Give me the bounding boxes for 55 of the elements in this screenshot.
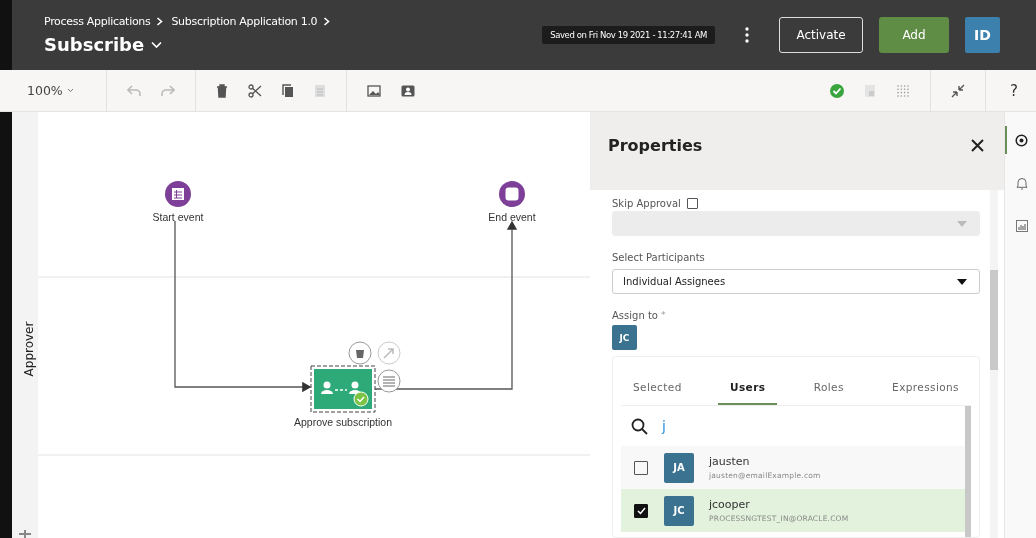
tab[interactable]: Users bbox=[718, 375, 778, 405]
chevron-right-icon bbox=[323, 17, 331, 26]
close-icon[interactable] bbox=[971, 139, 984, 152]
chevron-right-icon bbox=[156, 17, 164, 26]
user-name: jausten bbox=[709, 455, 751, 468]
tab[interactable]: Roles bbox=[801, 375, 856, 405]
check-circle-icon[interactable] bbox=[830, 83, 845, 98]
user-avatar[interactable]: ID bbox=[965, 17, 1000, 53]
activate-button[interactable]: Activate bbox=[779, 17, 863, 53]
search-icon bbox=[631, 417, 648, 435]
user-initials-avatar: JA bbox=[664, 452, 694, 483]
user-checkbox[interactable] bbox=[634, 460, 648, 475]
scrollbar-thumb[interactable] bbox=[965, 406, 971, 537]
search-field[interactable]: j bbox=[621, 406, 965, 446]
scissors-icon[interactable] bbox=[247, 83, 262, 98]
saved-status: Saved on Fri Nov 19 2021 - 11:27:41 AM bbox=[542, 26, 715, 44]
user-checkbox[interactable] bbox=[634, 503, 648, 518]
caret-down-icon bbox=[957, 278, 967, 285]
user-name: jcooper bbox=[709, 498, 751, 511]
end-event-node[interactable] bbox=[499, 181, 525, 207]
breadcrumb-link[interactable]: Subscription Application 1.0 bbox=[171, 15, 318, 28]
node-label: End event bbox=[488, 211, 536, 223]
scrollbar-thumb[interactable] bbox=[990, 270, 998, 370]
page-title: Subscribe bbox=[44, 34, 145, 55]
participants-dropdown[interactable]: Individual Assignees bbox=[612, 269, 980, 294]
copy-icon[interactable] bbox=[281, 83, 294, 98]
caret-down-icon bbox=[66, 88, 74, 93]
user-initials-avatar: JC bbox=[664, 495, 694, 526]
skip-approval-checkbox[interactable] bbox=[686, 198, 698, 209]
tab[interactable]: Selected bbox=[621, 375, 694, 405]
breadcrumb-link[interactable]: Process Applications bbox=[44, 15, 151, 28]
tab[interactable]: Expressions bbox=[880, 375, 971, 405]
lane-label: Approver bbox=[22, 321, 37, 377]
add-button[interactable]: Add bbox=[879, 17, 949, 53]
caret-down-icon bbox=[957, 220, 967, 227]
panel-title: Properties bbox=[608, 136, 703, 155]
start-event-node[interactable] bbox=[165, 181, 191, 207]
list-menu-icon[interactable] bbox=[377, 369, 401, 393]
required-mark: * bbox=[660, 310, 666, 321]
zoom-dropdown[interactable]: 100% bbox=[27, 83, 74, 98]
contact-card-icon[interactable] bbox=[400, 84, 415, 97]
collapse-icon[interactable] bbox=[951, 83, 966, 98]
field-label: Assign to bbox=[612, 310, 658, 321]
add-lane-icon[interactable] bbox=[19, 530, 31, 538]
node-label: Start event bbox=[152, 211, 204, 223]
field-label: Skip Approval bbox=[612, 198, 681, 209]
node-label: Approve subscription bbox=[293, 416, 393, 428]
more-icon[interactable] bbox=[745, 27, 749, 43]
help-button[interactable]: ? bbox=[1010, 81, 1018, 100]
field-label: Select Participants bbox=[612, 252, 706, 263]
assignee-chip[interactable]: JC bbox=[612, 325, 637, 350]
chevron-down-icon[interactable] bbox=[151, 40, 163, 49]
image-icon[interactable] bbox=[366, 84, 381, 97]
delete-node-icon[interactable] bbox=[348, 341, 372, 365]
trash-icon[interactable] bbox=[215, 83, 228, 98]
